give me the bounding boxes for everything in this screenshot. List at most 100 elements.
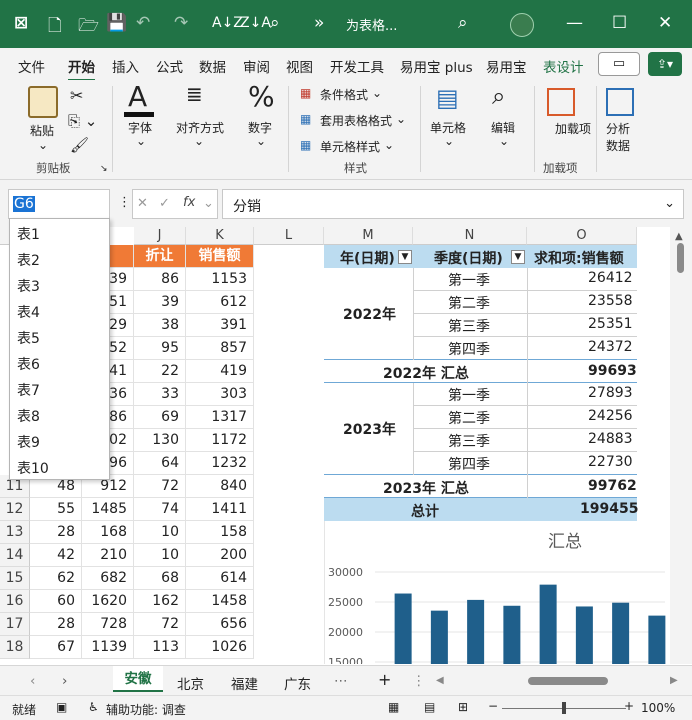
table-cell[interactable]: 162 <box>134 590 186 613</box>
pivot-quarter[interactable]: 第一季 <box>448 270 490 290</box>
table-cell[interactable]: 1620 <box>82 590 134 613</box>
table-cell[interactable]: 1172 <box>186 429 254 452</box>
percent-icon[interactable]: % <box>248 80 275 113</box>
table-cell[interactable]: 1317 <box>186 406 254 429</box>
chevron-down-icon[interactable]: ⌄ <box>38 138 48 152</box>
pivot-subtotal-value[interactable]: 99762 <box>588 478 637 494</box>
align-icon[interactable]: ≣ <box>186 82 203 106</box>
table-cell[interactable]: 1458 <box>186 590 254 613</box>
analyze-data-icon[interactable] <box>606 88 634 116</box>
table-cell[interactable]: 72 <box>134 613 186 636</box>
name-box-value[interactable]: G6 <box>13 196 35 212</box>
dialog-launcher-icon[interactable]: ↘ <box>100 164 108 174</box>
column-header-k[interactable]: K <box>186 227 254 245</box>
table-cell[interactable]: 69 <box>134 406 186 429</box>
column-header-l[interactable]: L <box>254 227 324 245</box>
pivot-year-2022[interactable]: 2022年 <box>343 304 396 324</box>
column-header-n[interactable]: N <box>413 227 527 245</box>
redo-icon[interactable]: ↷ <box>174 13 188 33</box>
table-cell[interactable]: 68 <box>134 567 186 590</box>
more-sheets-icon[interactable]: ⋯ <box>334 673 348 689</box>
addins-icon[interactable] <box>547 88 575 116</box>
table-cell[interactable]: 74 <box>134 498 186 521</box>
table-cell[interactable]: 303 <box>186 383 254 406</box>
chevron-down-icon[interactable]: ⌄ <box>203 196 214 211</box>
accessibility-icon[interactable]: ♿ <box>88 700 99 714</box>
dropdown-item[interactable]: 表1 <box>17 224 40 244</box>
paste-button[interactable]: 粘贴 <box>30 122 54 139</box>
row-header[interactable]: 13 <box>0 521 30 544</box>
dropdown-item[interactable]: 表9 <box>17 432 40 452</box>
pivot-quarter[interactable]: 第四季 <box>448 454 490 474</box>
pivot-year-2023[interactable]: 2023年 <box>343 419 396 439</box>
table-cell[interactable]: 113 <box>134 636 186 659</box>
save-icon[interactable]: 💾 <box>106 13 127 33</box>
scroll-up-icon[interactable]: ▲ <box>675 231 683 242</box>
dropdown-item[interactable]: 表5 <box>17 328 40 348</box>
table-cell[interactable]: 38 <box>134 314 186 337</box>
avatar[interactable] <box>510 13 534 37</box>
maximize-icon[interactable]: ☐ <box>612 13 627 33</box>
pivot-quarter[interactable]: 第二季 <box>448 293 490 313</box>
cut-icon[interactable]: ✂ <box>70 86 83 105</box>
chevron-down-icon[interactable]: ⌄ <box>499 134 509 148</box>
tab-formulas[interactable]: 公式 <box>156 56 183 76</box>
pivot-quarter[interactable]: 第三季 <box>448 431 490 451</box>
page-layout-icon[interactable]: ▤ <box>424 700 435 714</box>
pivot-header-quarter[interactable]: 季度(日期) <box>434 248 503 268</box>
chart-bar[interactable] <box>430 610 448 664</box>
addins-button[interactable]: 加载项 <box>555 120 591 137</box>
undo-icon[interactable]: ↶ <box>136 13 150 33</box>
sheet-tab[interactable]: 北京 <box>177 673 204 693</box>
column-header-o[interactable]: O <box>527 227 637 245</box>
scroll-left-icon[interactable]: ◀ <box>436 675 444 686</box>
cell-styles-button[interactable]: 单元格样式 <box>320 138 380 155</box>
chart-bar[interactable] <box>612 602 630 664</box>
table-cell[interactable]: 42 <box>30 544 82 567</box>
table-cell[interactable]: 39 <box>134 291 186 314</box>
filter-dropdown-icon[interactable]: ▼ <box>398 250 412 264</box>
table-cell[interactable]: 612 <box>186 291 254 314</box>
table-cell[interactable]: 67 <box>30 636 82 659</box>
scroll-right-icon[interactable]: ▶ <box>670 675 678 686</box>
table-cell[interactable]: 1139 <box>82 636 134 659</box>
horizontal-scrollbar-thumb[interactable] <box>528 677 608 685</box>
macro-record-icon[interactable]: ▣ <box>56 700 67 714</box>
column-header-j[interactable]: J <box>134 227 186 245</box>
conditional-format-button[interactable]: 条件格式 <box>320 86 368 103</box>
dropdown-item[interactable]: 表8 <box>17 406 40 426</box>
chevron-down-icon[interactable]: ⌄ <box>444 134 454 148</box>
zoom-slider-handle[interactable] <box>562 702 566 714</box>
row-header[interactable]: 12 <box>0 498 30 521</box>
sheet-tab-active[interactable]: 安徽 <box>113 666 163 692</box>
accessibility-status[interactable]: 辅助功能: 调查 <box>106 701 186 718</box>
formula-input[interactable]: 分销 ⌄ <box>222 189 684 219</box>
table-cell[interactable]: 656 <box>186 613 254 636</box>
pivot-quarter[interactable]: 第二季 <box>448 408 490 428</box>
table-cell[interactable]: 614 <box>186 567 254 590</box>
pivot-subtotal-value[interactable]: 99693 <box>588 363 637 379</box>
dropdown-item[interactable]: 表4 <box>17 302 40 322</box>
table-cell[interactable]: 168 <box>82 521 134 544</box>
enter-icon[interactable]: ✓ <box>159 196 170 211</box>
row-header[interactable]: 15 <box>0 567 30 590</box>
table-cell[interactable]: 62 <box>30 567 82 590</box>
dropdown-item[interactable]: 表10 <box>17 458 49 478</box>
table-header-sales[interactable]: 销售额 <box>186 245 254 268</box>
paste-icon[interactable] <box>28 86 58 118</box>
row-header[interactable]: 14 <box>0 544 30 567</box>
pivot-subtotal-label[interactable]: 2023年 汇总 <box>383 478 469 498</box>
close-icon[interactable]: ✕ <box>658 13 672 33</box>
tab-yiyongbao[interactable]: 易用宝 <box>486 56 527 76</box>
table-cell[interactable]: 1485 <box>82 498 134 521</box>
sort-za-icon[interactable]: Z↓A <box>240 15 271 31</box>
pivot-value[interactable]: 23558 <box>588 293 633 309</box>
table-cell[interactable]: 64 <box>134 452 186 475</box>
tab-data[interactable]: 数据 <box>199 56 226 76</box>
bar-chart[interactable]: 汇总 30000 25000 20000 15000 <box>325 521 671 664</box>
table-header-discount[interactable]: 折让 <box>134 245 186 268</box>
table-cell[interactable]: 28 <box>30 521 82 544</box>
page-break-icon[interactable]: ⊞ <box>458 700 468 714</box>
sort-az-icon[interactable]: A↓Z <box>212 15 243 31</box>
find-icon[interactable]: ⌕ <box>270 13 280 33</box>
